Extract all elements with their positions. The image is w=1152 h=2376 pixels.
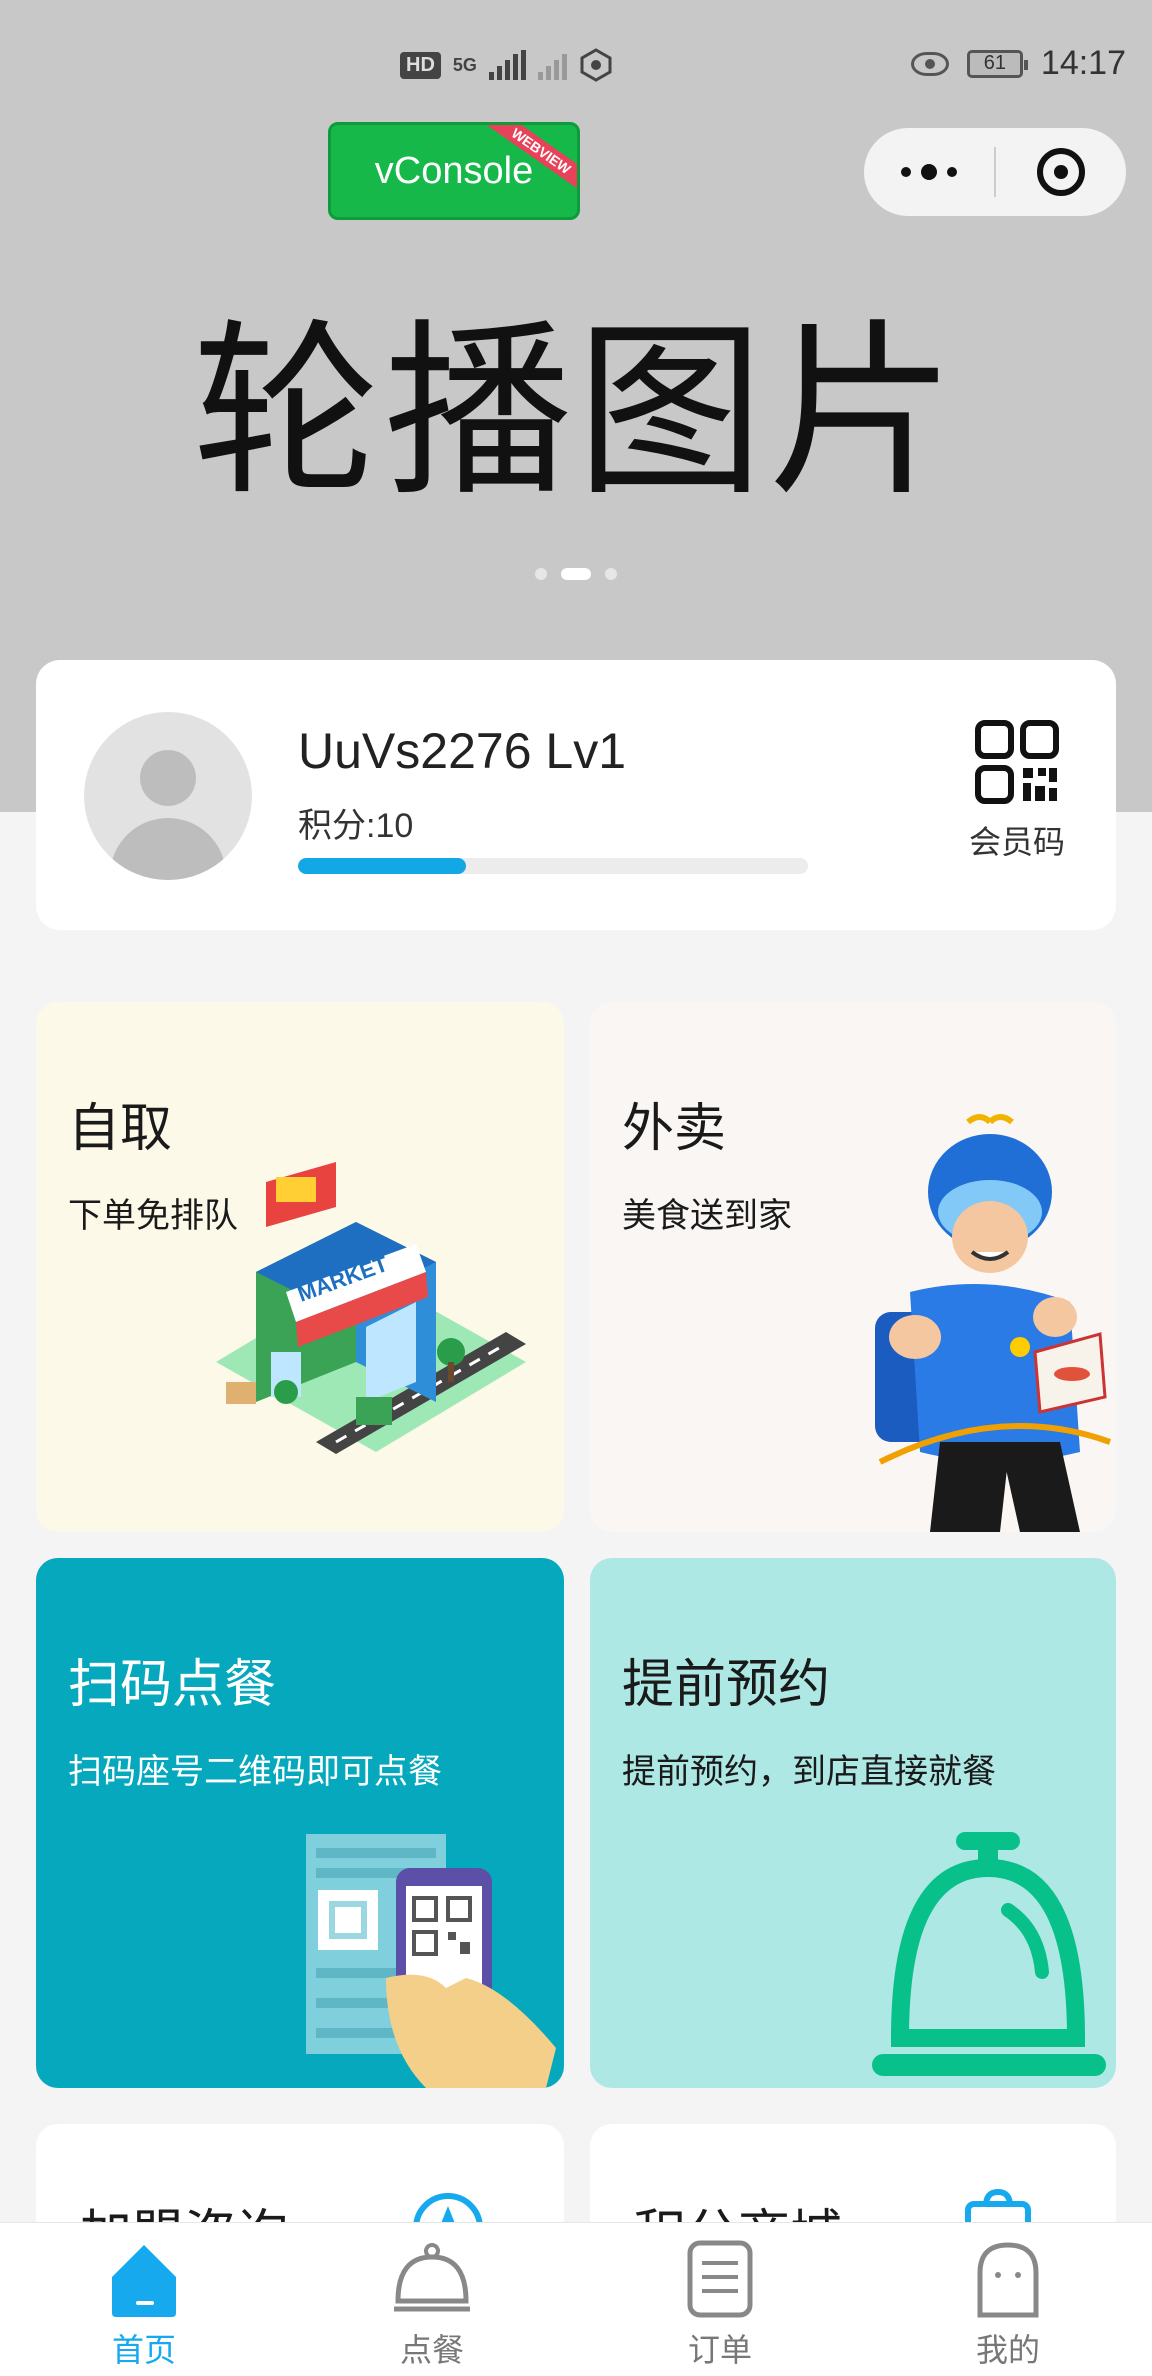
member-code-button[interactable]: 会员码	[962, 720, 1072, 863]
user-name: UuVs2276 Lv1	[298, 723, 627, 779]
tile-scan-title: 扫码点餐	[68, 1656, 277, 1714]
network-status: HD 5G	[400, 48, 613, 82]
5g-indicator: 5G	[452, 54, 477, 75]
bottom-tab-bar: 首页 点餐 订单 我的	[0, 2222, 1152, 2376]
tile-delivery[interactable]: 外卖 美食送到家	[590, 1002, 1116, 1532]
more-icon[interactable]	[864, 164, 994, 180]
tile-pickup-title: 自取	[68, 1100, 173, 1158]
tab-profile[interactable]: 我的	[864, 2223, 1152, 2376]
tab-orders-label: 订单	[687, 2332, 752, 2368]
tile-delivery-subtitle: 美食送到家	[622, 1197, 792, 1235]
home-icon	[112, 2245, 176, 2317]
member-card: UuVs2276 Lv1 积分:10 会员码	[36, 660, 1116, 930]
carousel-dot[interactable]	[605, 568, 617, 580]
points-text: 积分:10	[298, 807, 414, 845]
miniprogram-capsule	[864, 128, 1126, 216]
carousel-indicator	[0, 568, 1152, 580]
signal-icon	[488, 50, 526, 80]
avatar[interactable]	[84, 712, 252, 880]
tab-order-food[interactable]: 点餐	[288, 2223, 576, 2376]
level-progress-fill	[298, 858, 467, 874]
close-miniprogram-icon[interactable]	[996, 148, 1126, 196]
nfc-icon	[580, 48, 612, 82]
member-code-label: 会员码	[968, 824, 1065, 860]
banner-text: 轮播图片	[192, 303, 960, 522]
vconsole-button[interactable]: vConsole WEBVIEW	[328, 122, 580, 220]
signal-weak-icon	[537, 50, 567, 80]
market-store-illustration: MARKET	[216, 1162, 526, 1454]
level-progress-bar	[298, 858, 808, 874]
carousel-dot-active[interactable]	[561, 568, 591, 580]
delivery-rider-illustration	[875, 1114, 1112, 1532]
tile-reserve-subtitle: 提前预约，到店直接就餐	[622, 1753, 996, 1791]
tab-orders[interactable]: 订单	[576, 2223, 864, 2376]
tile-delivery-title: 外卖	[622, 1100, 727, 1158]
hd-indicator: HD	[400, 51, 441, 79]
eye-comfort-icon	[910, 51, 949, 76]
ghost-profile-icon	[977, 2242, 1039, 2318]
battery-icon: 61	[966, 49, 1028, 78]
scan-qr-phone-illustration	[306, 1834, 556, 2088]
tab-home[interactable]: 首页	[0, 2223, 288, 2376]
carousel-dot[interactable]	[535, 568, 547, 580]
tile-scan-subtitle: 扫码座号二维码即可点餐	[68, 1753, 442, 1791]
clock: 14:17	[1040, 44, 1126, 82]
vconsole-label: vConsole	[374, 149, 534, 192]
tile-pickup[interactable]: 自取 下单免排队 MARKET	[36, 1002, 564, 1532]
tab-profile-label: 我的	[975, 2332, 1040, 2368]
qr-code-icon	[975, 720, 1059, 804]
tile-reserve[interactable]: 提前预约 提前预约，到店直接就餐	[590, 1558, 1116, 2088]
tab-order-food-label: 点餐	[399, 2332, 464, 2368]
cloche-icon	[394, 2243, 470, 2312]
service-bell-illustration	[872, 1832, 1106, 2076]
order-list-icon	[687, 2240, 753, 2318]
tab-home-label: 首页	[111, 2332, 176, 2368]
tile-scan-order[interactable]: 扫码点餐 扫码座号二维码即可点餐	[36, 1558, 564, 2088]
status-bar: HD 5G 61 14:17	[0, 0, 1152, 130]
battery-level: 61	[983, 52, 1007, 74]
tile-reserve-title: 提前预约	[622, 1656, 831, 1714]
system-status: 61 14:17	[910, 44, 1126, 83]
